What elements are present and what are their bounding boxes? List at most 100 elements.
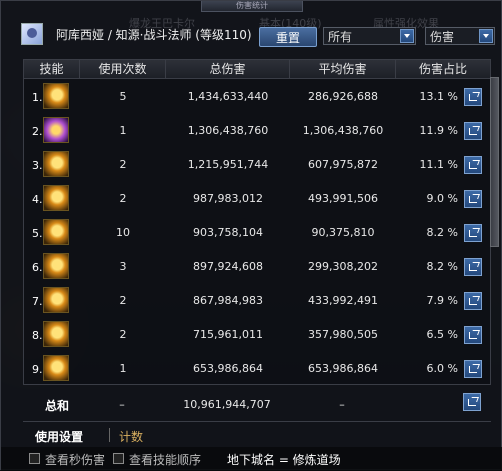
row-total: 1,434,633,440 (187, 90, 269, 103)
row-average: 493,991,506 (308, 192, 378, 205)
col-total: 总伤害 (166, 60, 290, 78)
row-average: 653,986,864 (308, 362, 378, 375)
export-icon[interactable] (464, 292, 482, 310)
tab-count[interactable]: 计数 (119, 428, 143, 445)
row-share: 8.2 % (426, 260, 458, 273)
row-share: 8.2 % (426, 226, 458, 239)
tab-divider (109, 428, 110, 442)
spark-explosion-skill-icon (43, 185, 69, 211)
row-average: 607,975,872 (308, 158, 378, 171)
summary-average: – (339, 398, 345, 411)
export-icon[interactable] (464, 156, 482, 174)
col-average: 平均伤害 (290, 60, 396, 78)
col-share: 伤害占比 (418, 62, 467, 76)
export-icon[interactable] (464, 360, 482, 378)
tab-usage-settings[interactable]: 使用设置 (35, 428, 83, 445)
table-row: 5. 10 903,758,104 90,375,810 8.2 % (24, 216, 490, 250)
export-icon[interactable] (463, 393, 481, 411)
row-total: 987,983,012 (193, 192, 263, 205)
row-index: 7. (32, 295, 43, 308)
damage-stats-window: 伤害统计 爆龙王巴卡尔 基本(140级) 属性强化效果 阿库西娅 / 知源·战斗… (0, 0, 502, 471)
scrollbar-thumb[interactable] (490, 77, 499, 247)
character-avatar (21, 23, 43, 45)
table-row: 1. 5 1,434,633,440 286,926,688 13.1 % (24, 80, 490, 114)
dungeon-name: 地下城名 = 修炼道场 (227, 453, 341, 467)
table-header: 技能 使用次数 总伤害 平均伤害 伤害占比 (24, 60, 490, 79)
footer-bar: 查看秒伤害 查看技能顺序 地下城名 = 修炼道场 (1, 447, 502, 471)
row-count: 1 (119, 362, 127, 375)
row-share: 11.1 % (419, 158, 458, 171)
row-index: 2. (32, 125, 43, 138)
summary-label: 总和 (45, 399, 70, 413)
chevron-down-icon (479, 29, 493, 43)
staff-strike-skill-icon (43, 219, 69, 245)
row-share: 9.0 % (426, 192, 458, 205)
row-share: 6.5 % (426, 328, 458, 341)
filter-select-value: 所有 (328, 30, 353, 44)
col-count: 使用次数 (80, 60, 166, 78)
export-icon[interactable] (464, 326, 482, 344)
export-icon[interactable] (464, 88, 482, 106)
arcane-strike-skill-icon (43, 117, 69, 143)
row-index: 9. (32, 363, 43, 376)
row-total: 1,215,951,744 (187, 158, 269, 171)
window-title: 伤害统计 (201, 1, 303, 12)
lightning-slash-skill-icon (43, 151, 69, 177)
row-count: 5 (119, 90, 127, 103)
dps-checkbox[interactable] (29, 453, 40, 464)
row-index: 5. (32, 227, 43, 240)
row-index: 4. (32, 193, 43, 206)
row-count: 2 (119, 192, 127, 205)
staff-thrust-skill-icon (43, 253, 69, 279)
table-row: 4. 2 987,983,012 493,991,506 9.0 % (24, 182, 490, 216)
reset-button[interactable]: 重置 (259, 27, 317, 47)
export-icon[interactable] (464, 190, 482, 208)
row-count: 2 (119, 294, 127, 307)
row-average: 286,926,688 (308, 90, 378, 103)
skill-order-checkbox-label: 查看技能顺序 (129, 453, 202, 467)
row-index: 1. (32, 91, 43, 104)
export-icon[interactable] (464, 224, 482, 242)
export-icon[interactable] (464, 122, 482, 140)
type-select[interactable]: 伤害 (425, 27, 495, 45)
row-average: 299,308,202 (308, 260, 378, 273)
vortex-skill-icon (43, 321, 69, 347)
col-skill: 技能 (24, 60, 80, 78)
row-count: 3 (119, 260, 127, 273)
type-select-value: 伤害 (430, 30, 455, 44)
table-row: 6. 3 897,924,608 299,308,202 8.2 % (24, 250, 490, 284)
row-total: 903,758,104 (193, 226, 263, 239)
row-total: 897,924,608 (193, 260, 263, 273)
summary-row: 总和 – 10,961,944,707 – (23, 389, 491, 417)
character-name: 阿库西娅 / 知源·战斗法师 (等级110) (56, 28, 252, 42)
dps-checkbox-label: 查看秒伤害 (45, 453, 106, 467)
row-total: 867,984,983 (193, 294, 263, 307)
row-count: 2 (119, 328, 127, 341)
table-row: 3. 2 1,215,951,744 607,975,872 11.1 % (24, 148, 490, 182)
summary-count: – (119, 398, 125, 411)
row-index: 8. (32, 329, 43, 342)
row-total: 1,306,438,760 (187, 124, 269, 137)
filter-select[interactable]: 所有 (323, 27, 416, 45)
golden-swing-skill-icon (43, 287, 69, 313)
row-average: 433,992,491 (308, 294, 378, 307)
crescent-slash-skill-icon (43, 355, 69, 381)
skill-damage-table: 技能 使用次数 总伤害 平均伤害 伤害占比 1. 5 1,434,633,440 28… (23, 59, 491, 385)
row-share: 11.9 % (419, 124, 458, 137)
row-count: 1 (119, 124, 127, 137)
export-icon[interactable] (464, 258, 482, 276)
chevron-down-icon (400, 29, 414, 43)
row-count: 10 (116, 226, 130, 239)
row-total: 715,961,011 (193, 328, 263, 341)
row-count: 2 (119, 158, 127, 171)
row-index: 6. (32, 261, 43, 274)
row-average: 90,375,810 (311, 226, 375, 239)
row-index: 3. (32, 159, 43, 172)
skill-order-checkbox[interactable] (113, 453, 124, 464)
row-share: 7.9 % (426, 294, 458, 307)
tab-bar: 使用设置 计数 (23, 421, 491, 446)
row-average: 1,306,438,760 (302, 124, 384, 137)
row-total: 653,986,864 (193, 362, 263, 375)
summary-total: 10,961,944,707 (183, 398, 271, 411)
row-share: 13.1 % (419, 90, 458, 103)
